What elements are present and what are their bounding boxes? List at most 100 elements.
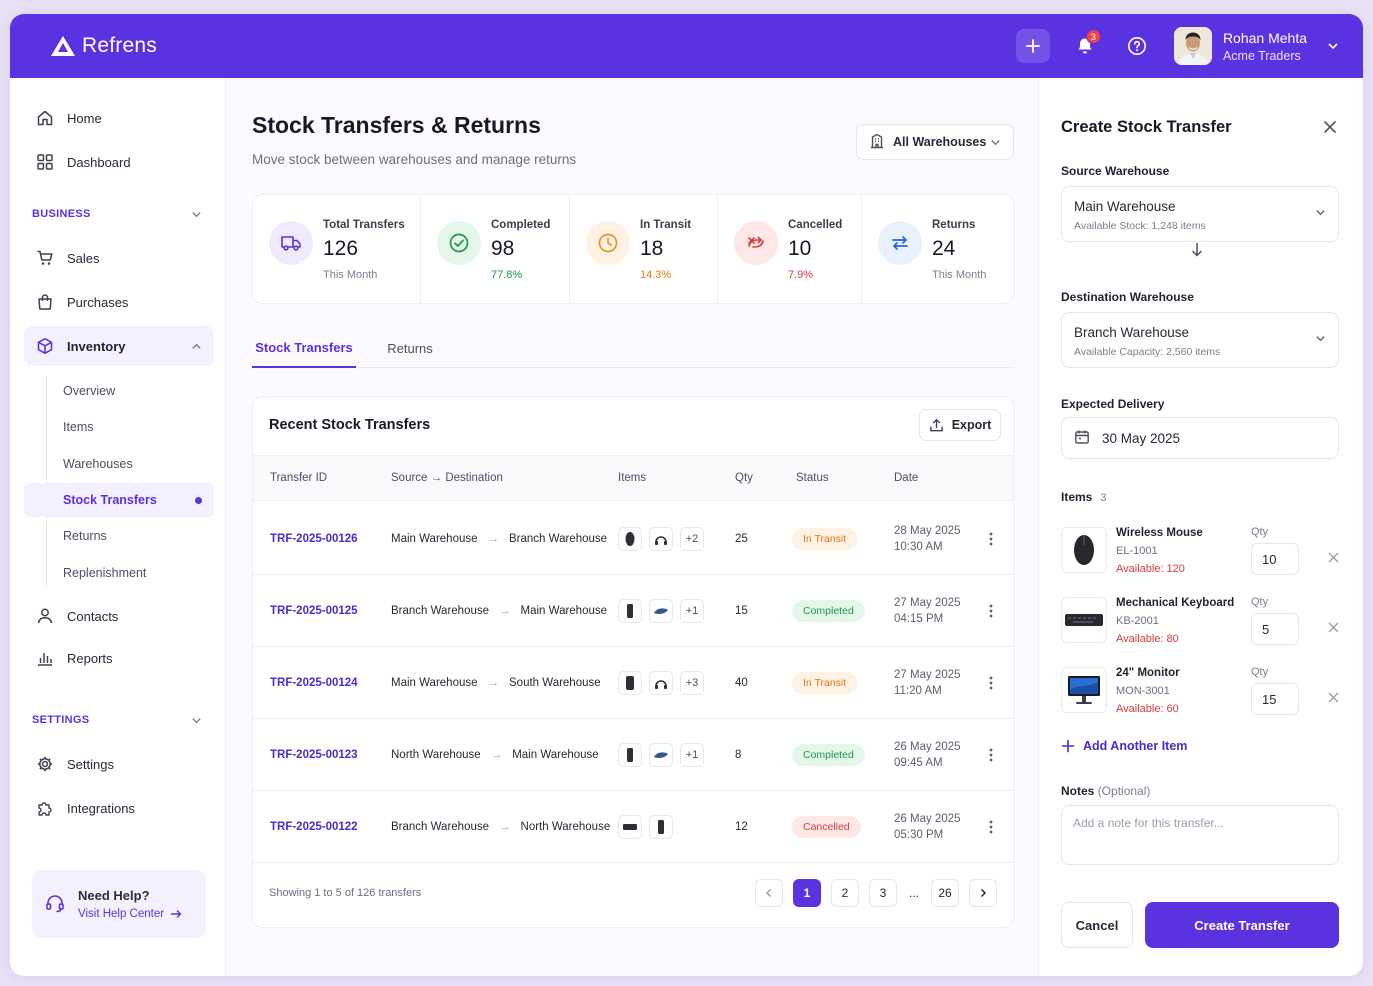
sidebar-item-sales[interactable]: Sales (24, 238, 214, 278)
chevron-down-icon (1328, 43, 1338, 50)
col-transfer-id[interactable]: Transfer ID (270, 472, 327, 484)
sidebar-subitem-stock-transfers[interactable]: Stock Transfers (24, 483, 214, 517)
next-page-button[interactable] (969, 879, 997, 907)
sidebar-item-settings[interactable]: Settings (24, 744, 214, 784)
table-row[interactable]: TRF-2025-00122 Branch Warehouse → North … (253, 791, 1013, 863)
add-item-label: Add Another Item (1083, 739, 1188, 753)
tab-stock-transfers[interactable]: Stock Transfers (252, 328, 356, 368)
stat-total-transfers[interactable]: Total Transfers 126 This Month (253, 195, 421, 303)
help-button[interactable] (1120, 29, 1154, 63)
qty-input[interactable]: 15 (1251, 683, 1299, 715)
help-card[interactable]: Need Help? Visit Help Center (32, 870, 206, 938)
stat-returns[interactable]: Returns 24 This Month (862, 195, 1013, 303)
sidebar-section-settings[interactable]: SETTINGS (32, 714, 202, 726)
warehouse-filter-select[interactable]: All Warehouses (856, 124, 1014, 160)
col-date[interactable]: Date (894, 472, 918, 484)
sidebar-section-business[interactable]: BUSINESS (32, 208, 202, 220)
sidebar-subitem-returns[interactable]: Returns (24, 519, 214, 553)
add-another-item-button[interactable]: Add Another Item (1061, 739, 1187, 753)
more-items-badge[interactable]: +1 (680, 743, 704, 767)
destination-warehouse: Main Warehouse (512, 749, 599, 761)
headphones-thumbnail-icon (649, 527, 673, 551)
check-circle-icon (437, 221, 481, 265)
sidebar-item-purchases[interactable]: Purchases (24, 282, 214, 322)
row-actions-button[interactable] (989, 575, 993, 647)
close-panel-button[interactable] (1323, 120, 1337, 137)
stat-sub: 14.3% (640, 269, 672, 281)
sidebar-item-reports[interactable]: Reports (24, 638, 214, 678)
col-qty[interactable]: Qty (735, 472, 753, 484)
page-button-3[interactable]: 3 (869, 879, 897, 907)
cancel-button[interactable]: Cancel (1061, 902, 1133, 948)
items-label-text: Items (1061, 490, 1093, 504)
subitem-label: Overview (63, 384, 116, 398)
sidebar-item-label: Contacts (67, 608, 119, 624)
export-button[interactable]: Export (919, 409, 1001, 441)
col-status[interactable]: Status (796, 472, 829, 484)
items-label: Items 3 (1061, 490, 1106, 504)
source-warehouse-select[interactable]: Main Warehouse Available Stock: 1,248 it… (1061, 186, 1339, 242)
notes-textarea[interactable] (1061, 805, 1339, 865)
table-row[interactable]: TRF-2025-00124 Main Warehouse → South Wa… (253, 647, 1013, 719)
more-items-badge[interactable]: +1 (680, 599, 704, 623)
prev-page-button[interactable] (755, 879, 783, 907)
remove-item-button[interactable] (1328, 551, 1339, 566)
sidebar-subitem-items[interactable]: Items (24, 410, 214, 444)
status-cell: In Transit (792, 503, 858, 575)
stat-completed[interactable]: Completed 98 77.8% (421, 195, 570, 303)
stat-value: 98 (491, 237, 515, 260)
create-transfer-panel: Create Stock Transfer Source Warehouse M… (1038, 78, 1363, 976)
row-actions-button[interactable] (989, 791, 993, 863)
item-name: Mechanical Keyboard (1116, 597, 1235, 609)
destination-warehouse-select[interactable]: Branch Warehouse Available Capacity: 2,5… (1061, 312, 1339, 368)
col-source-destination[interactable]: Source → Destination (391, 472, 503, 484)
expected-delivery-input[interactable]: 30 May 2025 (1061, 417, 1339, 459)
sidebar-item-home[interactable]: Home (24, 98, 214, 138)
transfer-id-link[interactable]: TRF-2025-00126 (270, 503, 358, 575)
table-row[interactable]: TRF-2025-00123 North Warehouse → Main Wa… (253, 719, 1013, 791)
user-menu[interactable]: Rohan Mehta Acme Traders (1173, 27, 1339, 65)
sidebar-item-dashboard[interactable]: Dashboard (24, 142, 214, 182)
sidebar-item-label: Reports (67, 650, 113, 666)
create-transfer-button[interactable]: Create Transfer (1145, 902, 1339, 948)
transfer-id-link[interactable]: TRF-2025-00122 (270, 791, 358, 863)
page-button-1[interactable]: 1 (793, 879, 821, 907)
page-button-26[interactable]: 26 (931, 879, 959, 907)
table-row[interactable]: TRF-2025-00126 Main Warehouse → Branch W… (253, 503, 1013, 575)
notifications-button[interactable]: 3 (1068, 29, 1102, 63)
item-thumbnails: +2 (618, 503, 704, 575)
sidebar-subitem-overview[interactable]: Overview (24, 374, 214, 408)
more-items-badge[interactable]: +3 (680, 671, 704, 695)
box-icon (36, 337, 54, 355)
transfer-id-link[interactable]: TRF-2025-00123 (270, 719, 358, 791)
page-button-2[interactable]: 2 (831, 879, 859, 907)
destination-warehouse-value: Branch Warehouse (1074, 325, 1190, 340)
table-row[interactable]: TRF-2025-00125 Branch Warehouse → Main W… (253, 575, 1013, 647)
stat-cancelled[interactable]: Cancelled 10 7.9% (718, 195, 862, 303)
transfer-id-link[interactable]: TRF-2025-00125 (270, 575, 358, 647)
col-items[interactable]: Items (618, 472, 646, 484)
sidebar-subitem-replenishment[interactable]: Replenishment (24, 556, 214, 590)
sidebar-subitem-warehouses[interactable]: Warehouses (24, 447, 214, 481)
create-new-button[interactable] (1015, 29, 1050, 63)
remove-item-button[interactable] (1328, 691, 1339, 706)
tab-returns[interactable]: Returns (376, 328, 444, 368)
row-actions-button[interactable] (989, 647, 993, 719)
qty-input[interactable]: 5 (1251, 613, 1299, 645)
destination-warehouse: South Warehouse (509, 677, 601, 689)
remove-item-button[interactable] (1328, 621, 1339, 636)
brand[interactable]: Refrens (50, 34, 157, 58)
stat-in-transit[interactable]: In Transit 18 14.3% (570, 195, 718, 303)
sidebar-item-integrations[interactable]: Integrations (24, 788, 214, 828)
transfer-id-link[interactable]: TRF-2025-00124 (270, 647, 358, 719)
transfer-item: Wireless Mouse EL-1001 Available: 120 Qt… (1061, 523, 1339, 585)
help-center-link[interactable]: Visit Help Center (78, 908, 182, 920)
main-content: Stock Transfers & Returns Move stock bet… (226, 78, 1038, 976)
more-items-badge[interactable]: +2 (680, 527, 704, 551)
refrens-logo-icon (51, 36, 75, 56)
row-actions-button[interactable] (989, 719, 993, 791)
row-actions-button[interactable] (989, 503, 993, 575)
sidebar-item-inventory[interactable]: Inventory (24, 326, 214, 366)
qty-input[interactable]: 10 (1251, 543, 1299, 575)
sidebar-item-contacts[interactable]: Contacts (24, 596, 214, 636)
